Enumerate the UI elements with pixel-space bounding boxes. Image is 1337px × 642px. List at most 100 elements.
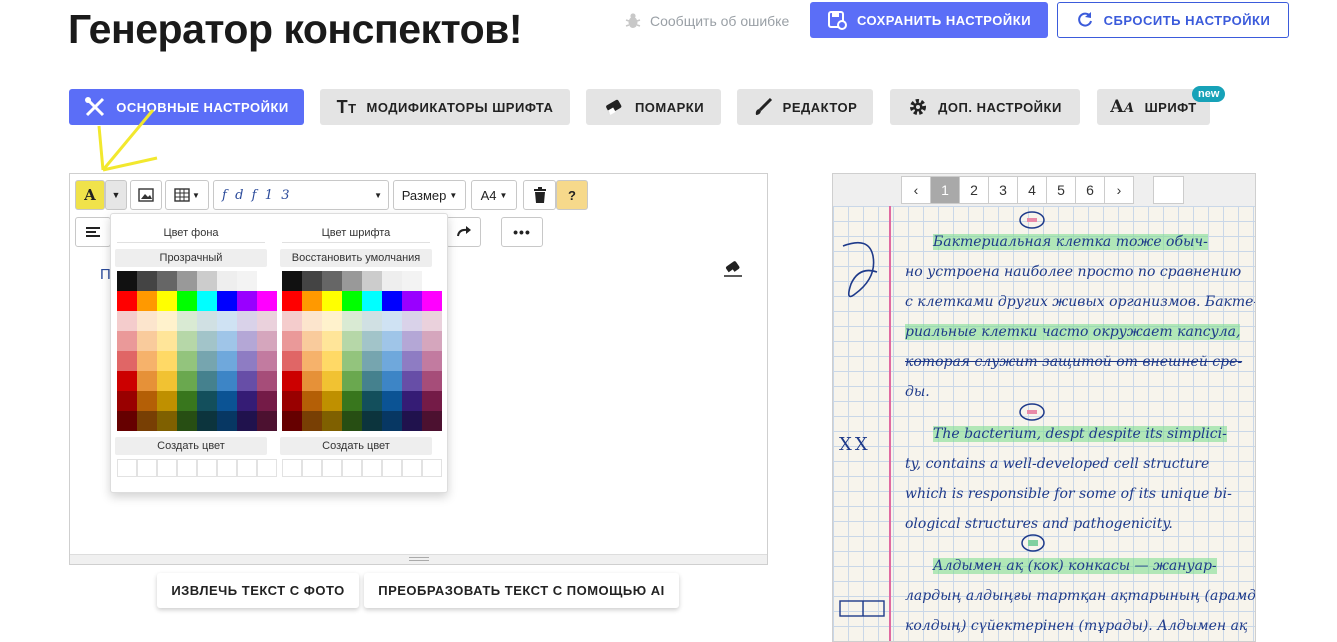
color-swatch[interactable]	[117, 391, 137, 411]
color-swatch[interactable]	[137, 351, 157, 371]
color-swatch[interactable]	[137, 391, 157, 411]
color-swatch[interactable]	[117, 311, 137, 331]
color-swatch[interactable]	[137, 371, 157, 391]
insert-table-button[interactable]: ▼	[165, 180, 209, 210]
custom-color-slot[interactable]	[282, 459, 302, 477]
color-swatch[interactable]	[177, 331, 197, 351]
color-swatch[interactable]	[117, 291, 137, 311]
custom-color-slot[interactable]	[362, 459, 382, 477]
color-swatch[interactable]	[217, 291, 237, 311]
page-button[interactable]: 5	[1046, 176, 1076, 204]
color-swatch[interactable]	[257, 351, 277, 371]
color-swatch[interactable]	[197, 271, 217, 291]
color-swatch[interactable]	[257, 371, 277, 391]
color-swatch[interactable]	[217, 331, 237, 351]
custom-color-slot[interactable]	[157, 459, 177, 477]
page-button[interactable]: 3	[988, 176, 1018, 204]
custom-color-slot[interactable]	[177, 459, 197, 477]
color-swatch[interactable]	[362, 391, 382, 411]
color-swatch[interactable]	[422, 291, 442, 311]
color-swatch[interactable]	[322, 371, 342, 391]
page-jump-input[interactable]	[1153, 176, 1184, 204]
color-swatch[interactable]	[402, 371, 422, 391]
color-swatch[interactable]	[157, 311, 177, 331]
color-swatch[interactable]	[237, 391, 257, 411]
insert-image-button[interactable]	[130, 180, 162, 210]
color-swatch[interactable]	[137, 311, 157, 331]
color-swatch[interactable]	[302, 311, 322, 331]
page-button[interactable]: 4	[1017, 176, 1047, 204]
report-bug-link[interactable]: Сообщить об ошибке	[624, 12, 789, 30]
color-swatch[interactable]	[282, 311, 302, 331]
color-swatch[interactable]	[177, 371, 197, 391]
color-swatch[interactable]	[117, 331, 137, 351]
color-swatch[interactable]	[197, 371, 217, 391]
color-swatch[interactable]	[157, 271, 177, 291]
color-swatch[interactable]	[157, 391, 177, 411]
tab-editor[interactable]: РЕДАКТОР	[737, 89, 873, 125]
color-swatch[interactable]	[157, 331, 177, 351]
color-swatch[interactable]	[382, 311, 402, 331]
color-swatch[interactable]	[257, 271, 277, 291]
color-swatch[interactable]	[342, 271, 362, 291]
color-swatch[interactable]	[322, 331, 342, 351]
bg-color-grid[interactable]	[117, 271, 277, 431]
more-options-button[interactable]: •••	[501, 217, 543, 247]
page-button[interactable]: 6	[1075, 176, 1105, 204]
color-swatch[interactable]	[137, 411, 157, 431]
color-swatch[interactable]	[282, 271, 302, 291]
color-swatch[interactable]	[282, 371, 302, 391]
color-swatch[interactable]	[117, 271, 137, 291]
color-swatch[interactable]	[237, 311, 257, 331]
color-swatch[interactable]	[157, 411, 177, 431]
custom-color-slot[interactable]	[402, 459, 422, 477]
color-swatch[interactable]	[237, 331, 257, 351]
color-swatch[interactable]	[257, 411, 277, 431]
color-swatch[interactable]	[322, 411, 342, 431]
restore-defaults-button[interactable]: Восстановить умолчания	[280, 249, 432, 267]
color-swatch[interactable]	[197, 311, 217, 331]
color-swatch[interactable]	[217, 371, 237, 391]
color-swatch[interactable]	[282, 331, 302, 351]
color-swatch[interactable]	[402, 351, 422, 371]
color-swatch[interactable]	[257, 291, 277, 311]
color-swatch[interactable]	[382, 391, 402, 411]
color-swatch[interactable]	[302, 291, 322, 311]
color-swatch[interactable]	[117, 371, 137, 391]
color-swatch[interactable]	[217, 411, 237, 431]
color-swatch[interactable]	[422, 391, 442, 411]
color-swatch[interactable]	[402, 311, 422, 331]
paper-select[interactable]: A4 ▼	[471, 180, 517, 210]
extract-text-button[interactable]: ИЗВЛЕЧЬ ТЕКСТ С ФОТО	[157, 573, 359, 608]
color-swatch[interactable]	[382, 371, 402, 391]
color-swatch[interactable]	[342, 391, 362, 411]
size-select[interactable]: Размер ▼	[393, 180, 466, 210]
color-swatch[interactable]	[422, 411, 442, 431]
color-swatch[interactable]	[402, 411, 422, 431]
custom-color-slot[interactable]	[422, 459, 442, 477]
color-swatch[interactable]	[217, 271, 237, 291]
color-swatch[interactable]	[237, 371, 257, 391]
color-swatch[interactable]	[322, 271, 342, 291]
color-swatch[interactable]	[177, 411, 197, 431]
color-swatch[interactable]	[402, 391, 422, 411]
color-swatch[interactable]	[237, 271, 257, 291]
color-swatch[interactable]	[117, 351, 137, 371]
eraser-icon[interactable]	[722, 260, 744, 278]
align-button[interactable]	[75, 217, 111, 247]
color-swatch[interactable]	[362, 311, 382, 331]
highlight-dropdown-toggle[interactable]: ▼	[105, 180, 127, 210]
color-swatch[interactable]	[302, 271, 322, 291]
color-swatch[interactable]	[157, 351, 177, 371]
font-create-color-button[interactable]: Создать цвет	[280, 437, 432, 455]
redo-button[interactable]	[446, 217, 481, 247]
color-swatch[interactable]	[302, 411, 322, 431]
color-swatch[interactable]	[342, 411, 362, 431]
color-swatch[interactable]	[282, 291, 302, 311]
color-swatch[interactable]	[302, 371, 322, 391]
custom-color-slot[interactable]	[302, 459, 322, 477]
color-swatch[interactable]	[422, 271, 442, 291]
color-swatch[interactable]	[362, 331, 382, 351]
custom-color-slot[interactable]	[237, 459, 257, 477]
font-custom-colors[interactable]	[282, 459, 442, 479]
